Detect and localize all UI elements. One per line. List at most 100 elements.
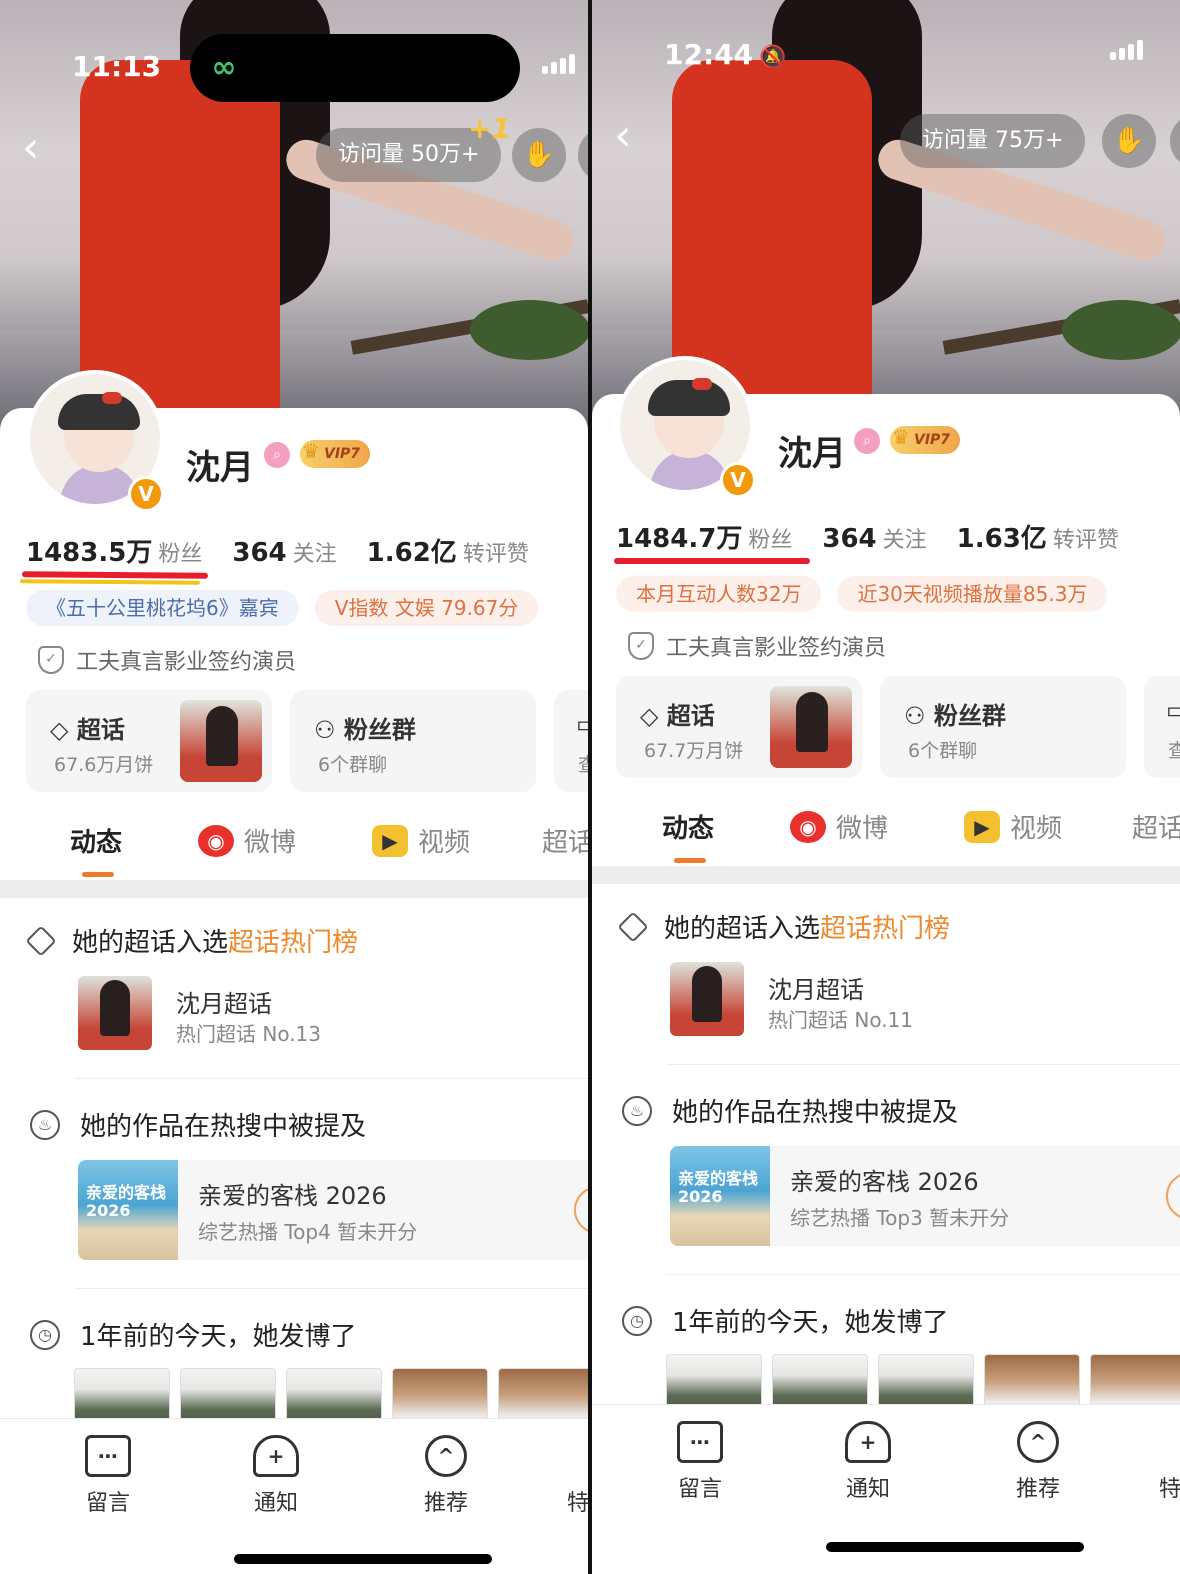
crown-icon: ♛ — [302, 439, 320, 463]
profile-tags: 本月互动人数32万 近30天视频播放量85.3万 — [616, 576, 1108, 612]
tile-fan-group[interactable]: ⚇ 粉丝群 6个群聊 — [290, 690, 536, 792]
signed-info: ✓ 工夫真言影业签约演员 — [628, 630, 886, 662]
section-highlight[interactable]: 超话热门榜 — [228, 928, 358, 958]
follow-label: 关注 — [882, 528, 927, 553]
super-topic-thumbnail[interactable] — [78, 976, 152, 1050]
tab-super-topic[interactable]: 超话 — [1132, 808, 1180, 845]
tile-more[interactable]: ▭ 查 — [554, 690, 588, 792]
tile-super-topic[interactable]: ◇ 超话 67.7万月饼 — [616, 676, 862, 778]
message-button[interactable]: ⋯ 留言 — [660, 1421, 740, 1503]
section-hot-topic[interactable]: 她的超话入选超话热门榜 — [25, 922, 358, 959]
follow-count: 364 — [232, 538, 287, 568]
weibo-icon: ◉ — [198, 824, 234, 857]
bb-label: 推荐 — [423, 1491, 468, 1516]
feature-tiles: ◇ 超话 67.6万月饼 ⚇ 粉丝群 6个群聊 ▭ 查 — [26, 690, 588, 792]
fans-count: 1483.5万 — [26, 538, 153, 568]
tile-title: 粉丝群 — [343, 716, 416, 744]
super-topic-thumbnail[interactable] — [670, 962, 744, 1036]
follow-stat[interactable]: 364 关注 — [822, 522, 926, 554]
special-button[interactable]: 特 — [1130, 1421, 1180, 1503]
bb-label: 通知 — [845, 1477, 890, 1502]
divider — [74, 1288, 588, 1289]
signed-text: 工夫真言影业签约演员 — [666, 636, 887, 661]
tile-sub: 查 — [1168, 740, 1180, 762]
bb-label: 特 — [1158, 1477, 1180, 1502]
video-plays-tag[interactable]: 近30天视频播放量85.3万 — [837, 576, 1108, 612]
clock-icon: ◷ — [622, 1305, 652, 1336]
tab-video[interactable]: ▶ 视频 — [964, 808, 1062, 845]
fans-stat[interactable]: 1484.7万 粉丝 — [616, 518, 792, 555]
show-action-button[interactable] — [574, 1186, 588, 1234]
tile-thumbnail — [770, 686, 852, 768]
likes-stat[interactable]: 1.62亿 转评赞 — [367, 532, 529, 569]
super-topic-title[interactable]: 沈月超话 — [768, 970, 864, 1005]
follow-stat[interactable]: 364 关注 — [232, 536, 336, 568]
monthly-interaction-tag[interactable]: 本月互动人数32万 — [616, 576, 822, 612]
profile-stats: 1483.5万 粉丝 364 关注 1.62亿 转评赞 — [26, 532, 529, 569]
diamond-icon — [25, 924, 57, 957]
wave-hand-icon[interactable]: ✋ — [512, 128, 566, 182]
tab-label: 视频 — [418, 828, 471, 858]
dynamic-island: ∞ — [190, 34, 520, 102]
profile-name: 沈月 — [186, 448, 254, 488]
visits-counter[interactable]: 访问量 75万+ — [900, 114, 1086, 168]
vip-level: VIP7 — [324, 446, 361, 462]
tab-dynamic[interactable]: 动态 — [70, 822, 122, 877]
fans-stat[interactable]: 1483.5万 粉丝 — [26, 532, 202, 569]
vip-badge[interactable]: ♛ VIP7 — [890, 425, 961, 454]
profile-stats: 1484.7万 粉丝 364 关注 1.63亿 转评赞 — [616, 518, 1119, 555]
section-memory[interactable]: ◷ 1年前的今天，她发博了 — [30, 1316, 357, 1353]
recommend-button[interactable]: ^ 推荐 — [998, 1421, 1078, 1503]
likes-stat[interactable]: 1.63亿 转评赞 — [957, 518, 1119, 555]
section-memory[interactable]: ◷ 1年前的今天，她发博了 — [622, 1302, 949, 1339]
section-hot-topic[interactable]: 她的超话入选超话热门榜 — [617, 908, 950, 945]
search-badge-icon[interactable]: ⌕ — [264, 442, 290, 468]
back-icon[interactable]: ‹ — [22, 126, 52, 170]
tab-weibo[interactable]: ◉ 微博 — [790, 808, 888, 845]
show-guest-tag[interactable]: 《五十公里桃花坞6》嘉宾 — [26, 590, 299, 626]
notify-button[interactable]: + 通知 — [236, 1435, 316, 1517]
show-poster: 亲爱的客栈 2026 — [670, 1146, 770, 1246]
show-card[interactable]: 亲爱的客栈 2026 亲爱的客栈 2026 综艺热播 Top3 暂未开分 — [670, 1146, 1180, 1246]
section-title: 她的超话入选 — [72, 928, 229, 958]
tile-super-topic[interactable]: ◇ 超话 67.6万月饼 — [26, 690, 272, 792]
poster-text: 亲爱的客栈 2026 — [86, 1183, 167, 1220]
tile-fan-group[interactable]: ⚇ 粉丝群 6个群聊 — [880, 676, 1126, 778]
tile-sub: 6个群聊 — [318, 754, 388, 776]
tab-dynamic[interactable]: 动态 — [662, 808, 714, 863]
tile-title: 超话 — [76, 716, 125, 744]
diamond-icon: ◇ — [50, 716, 69, 744]
likes-label: 转评赞 — [462, 542, 529, 567]
fans-label: 粉丝 — [158, 542, 203, 567]
tab-weibo[interactable]: ◉ 微博 — [198, 822, 296, 859]
vip-badge[interactable]: ♛ VIP7 — [300, 439, 371, 468]
tab-underline — [674, 858, 706, 863]
message-button[interactable]: ⋯ 留言 — [68, 1435, 148, 1517]
group-icon: ⚇ — [314, 716, 336, 744]
back-icon[interactable]: ‹ — [614, 114, 644, 158]
section-title: 她的超话入选 — [664, 914, 821, 944]
show-action-button[interactable] — [1166, 1172, 1180, 1220]
bb-label: 推荐 — [1015, 1477, 1060, 1502]
video-icon: ▭ — [576, 710, 588, 738]
tab-super-topic[interactable]: 超话 — [542, 822, 588, 859]
tab-label: 超话 — [542, 828, 588, 858]
wave-hand-icon[interactable]: ✋ — [1102, 114, 1156, 168]
section-hot-search[interactable]: ♨ 她的作品在热搜中被提及 — [622, 1092, 958, 1129]
tab-video[interactable]: ▶ 视频 — [372, 822, 470, 859]
diamond-icon: ◇ — [640, 702, 659, 730]
tile-title: 粉丝群 — [933, 702, 1006, 730]
show-card[interactable]: 亲爱的客栈 2026 亲爱的客栈 2026 综艺热播 Top4 暂未开分 — [78, 1160, 588, 1260]
bb-label: 留言 — [85, 1491, 130, 1516]
tile-more[interactable]: ▭ 查 — [1144, 676, 1180, 778]
recommend-button[interactable]: ^ 推荐 — [406, 1435, 486, 1517]
v-index-tag[interactable]: V指数 文娱 79.67分 — [314, 590, 539, 626]
special-button[interactable]: 特 — [538, 1435, 588, 1517]
section-highlight[interactable]: 超话热门榜 — [820, 914, 950, 944]
tile-sub: 6个群聊 — [908, 740, 978, 762]
verified-badge-icon: V — [720, 462, 756, 498]
section-hot-search[interactable]: ♨ 她的作品在热搜中被提及 — [30, 1106, 366, 1143]
notify-button[interactable]: + 通知 — [828, 1421, 908, 1503]
super-topic-title[interactable]: 沈月超话 — [176, 984, 272, 1019]
search-badge-icon[interactable]: ⌕ — [854, 428, 880, 454]
